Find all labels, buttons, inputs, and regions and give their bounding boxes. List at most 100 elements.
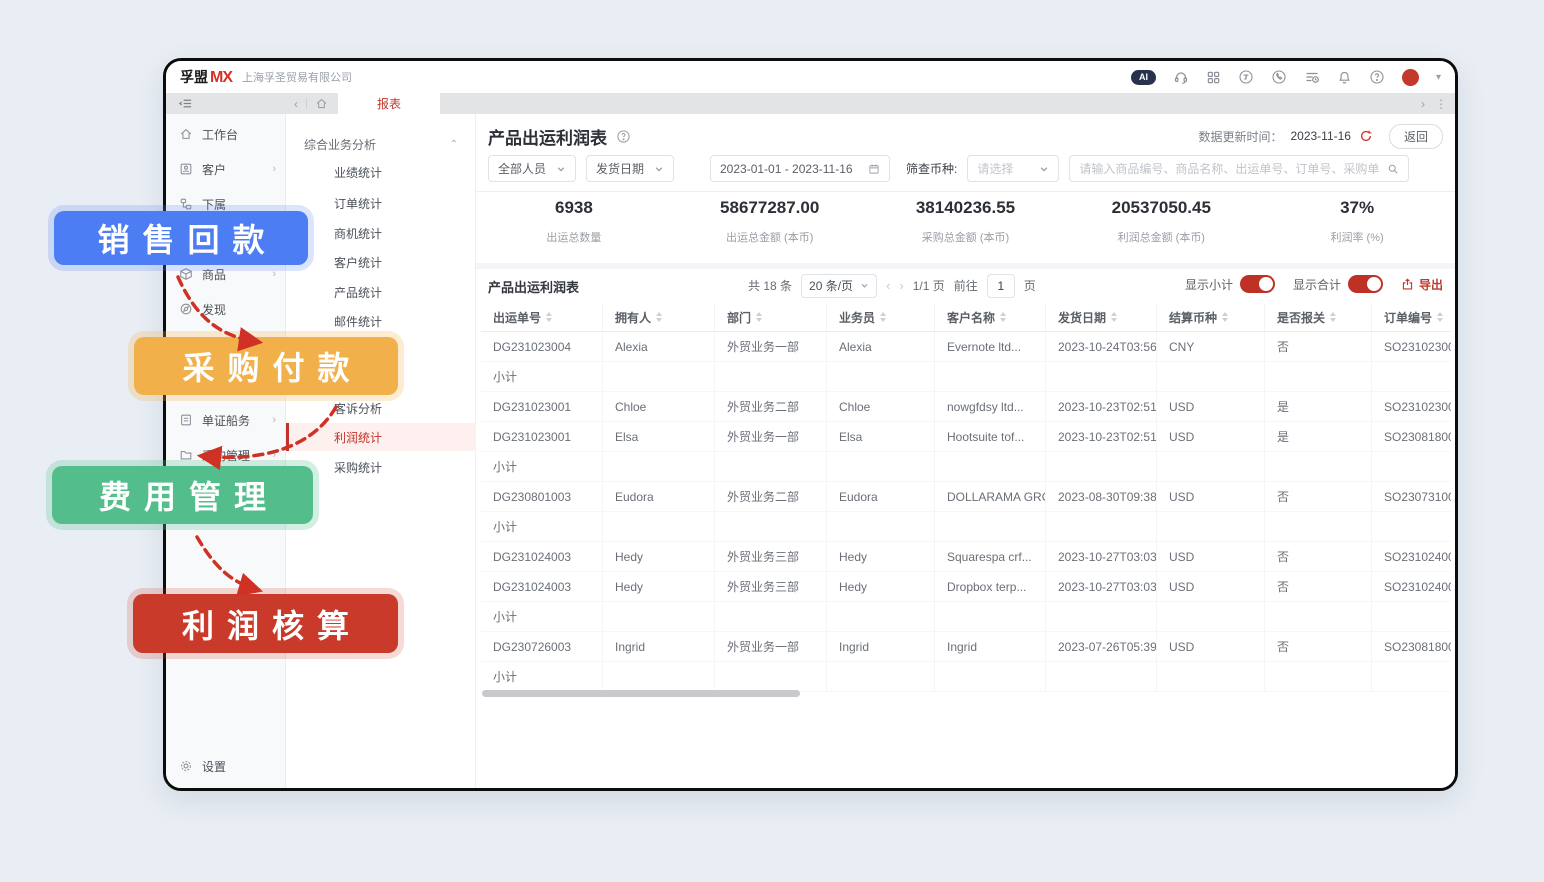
date-type-select[interactable]: 发货日期 [586,155,674,182]
col-header[interactable]: 发货日期 [1046,303,1157,331]
next-page-icon[interactable]: › [899,278,903,293]
currency-select[interactable]: 请选择 [967,155,1059,182]
sidebar-item-workbench[interactable]: 工作台 [166,120,286,148]
sidebar-item-discover[interactable]: 发现 [166,295,286,323]
col-header[interactable]: 拥有人 [603,303,715,331]
col-header[interactable]: 结算币种 [1157,303,1265,331]
submenu-item-customer[interactable]: 客户统计 [286,248,476,276]
section-band [476,263,1455,269]
task-log-icon[interactable] [1304,69,1320,85]
stat-profit-amount: 20537050.45 利润总金额 (本币) [1063,198,1259,258]
sidebar-collapse-icon[interactable] [178,96,193,111]
table-row[interactable]: 小计 [481,512,1451,542]
search-box [1069,155,1409,182]
cell-owner [603,662,715,691]
sort-icon[interactable] [756,312,762,322]
sort-icon[interactable] [1330,312,1336,322]
sidebar-item-documents-shipping[interactable]: 单证船务 › [166,406,286,434]
overlay-label-purchase-wrap: 采购付款 [128,331,404,401]
export-button[interactable]: 导出 [1401,276,1443,293]
table-row[interactable]: DG231023001 Chloe 外贸业务二部 Chloe nowgfdsy … [481,392,1451,422]
submenu-group-header[interactable]: 综合业务分析 ⌃ [286,130,476,158]
sort-icon[interactable] [546,312,552,322]
submenu-item-profit-active[interactable]: 利润统计 [286,423,476,451]
cell-currency: USD [1157,392,1265,421]
sort-icon[interactable] [1000,312,1006,322]
stat-label: 出运总金额 (本币) [672,229,868,245]
pagination: 共 18 条 20 条/页 ‹ › 1/1 页 前往 页 [748,272,1036,299]
refresh-icon[interactable] [1359,129,1373,143]
cell-customs: 是 [1265,392,1372,421]
sort-icon[interactable] [1437,312,1443,322]
submenu-item-performance[interactable]: 业绩统计 [286,158,476,186]
col-header[interactable]: 订单编号 [1372,303,1451,331]
cell-shipment-no: 小计 [481,362,603,391]
gear-icon [179,759,193,773]
sort-icon[interactable] [1111,312,1117,322]
cell-shipment-no: 小计 [481,512,603,541]
sidebar-item-label: 发现 [202,301,226,318]
tab-back-icon[interactable]: ‹ [294,97,298,111]
table-row[interactable]: DG231024003 Hedy 外贸业务三部 Hedy Squarespa c… [481,542,1451,572]
phone-icon[interactable] [1271,69,1287,85]
table-row[interactable]: 小计 [481,452,1451,482]
sort-icon[interactable] [1222,312,1228,322]
date-range-picker[interactable]: 2023-01-01 - 2023-11-16 [710,155,890,182]
col-header[interactable]: 客户名称 [935,303,1046,331]
cell-ship-date: 2023-08-30T09:38:... [1046,482,1157,511]
page-size-select[interactable]: 20 条/页 [801,274,877,298]
currency-filter-label: 筛查币种: [906,160,957,177]
people-select-value: 全部人员 [498,160,546,177]
horizontal-scrollbar[interactable] [482,690,800,697]
col-header[interactable]: 出运单号 [481,303,603,331]
home-tab-icon[interactable] [315,97,328,110]
tab-scroll-right-icon[interactable]: › [1421,97,1425,111]
search-input[interactable] [1079,162,1379,176]
table-row[interactable]: 小计 [481,602,1451,632]
tab-more-icon[interactable]: ⋮ [1435,97,1447,111]
back-button[interactable]: 返回 [1389,124,1443,149]
cell-currency: USD [1157,632,1265,661]
cell-customer [935,662,1046,691]
notifications-bell-icon[interactable] [1337,70,1352,85]
table-row[interactable]: DG230801003 Eudora 外贸业务二部 Eudora DOLLARA… [481,482,1451,512]
translate-icon[interactable] [1238,69,1254,85]
table-row[interactable]: DG231023001 Elsa 外贸业务一部 Elsa Hootsuite t… [481,422,1451,452]
cell-ship-date [1046,602,1157,631]
search-icon[interactable] [1387,163,1399,175]
submenu-item-opportunity[interactable]: 商机统计 [286,219,476,247]
title-help-icon[interactable] [616,129,631,144]
submenu-item-product[interactable]: 产品统计 [286,278,476,306]
cell-department: 外贸业务一部 [715,422,827,451]
ai-assistant-button[interactable]: AI [1131,70,1156,85]
summary-stats: 6938 出运总数量 58677287.00 出运总金额 (本币) 381402… [476,198,1455,258]
submenu-item-orders[interactable]: 订单统计 [286,189,476,217]
col-header[interactable]: 部门 [715,303,827,331]
table-row[interactable]: DG231023004 Alexia 外贸业务一部 Alexia Evernot… [481,332,1451,362]
cell-shipment-no: DG230726003 [481,632,603,661]
user-menu-chevron-icon[interactable]: ▾ [1436,72,1441,83]
apps-grid-icon[interactable] [1206,70,1221,85]
sort-icon[interactable] [880,312,886,322]
sidebar-item-settings[interactable]: 设置 [166,752,286,780]
table-row[interactable]: 小计 [481,362,1451,392]
user-avatar[interactable] [1402,69,1419,86]
table-row[interactable]: 小计 [481,662,1451,692]
app-logo[interactable]: 孚盟 MX [180,67,232,87]
prev-page-icon[interactable]: ‹ [886,278,890,293]
table-row[interactable]: DG231024003 Hedy 外贸业务三部 Hedy Dropbox ter… [481,572,1451,602]
table-row[interactable]: DG230726003 Ingrid 外贸业务一部 Ingrid Ingrid … [481,632,1451,662]
cell-shipment-no: DG231023001 [481,422,603,451]
total-toggle[interactable] [1348,275,1383,293]
col-header[interactable]: 业务员 [827,303,935,331]
cell-customer: Evernote ltd... [935,332,1046,361]
subtotal-toggle[interactable] [1240,275,1275,293]
col-header[interactable]: 是否报关 [1265,303,1372,331]
sidebar-item-customers[interactable]: 客户 › [166,155,286,183]
tab-reports[interactable]: 报表 [338,93,440,114]
headset-icon[interactable] [1173,69,1189,85]
goto-page-input[interactable] [987,274,1015,298]
people-select[interactable]: 全部人员 [488,155,576,182]
help-icon[interactable] [1369,69,1385,85]
sort-icon[interactable] [656,312,662,322]
